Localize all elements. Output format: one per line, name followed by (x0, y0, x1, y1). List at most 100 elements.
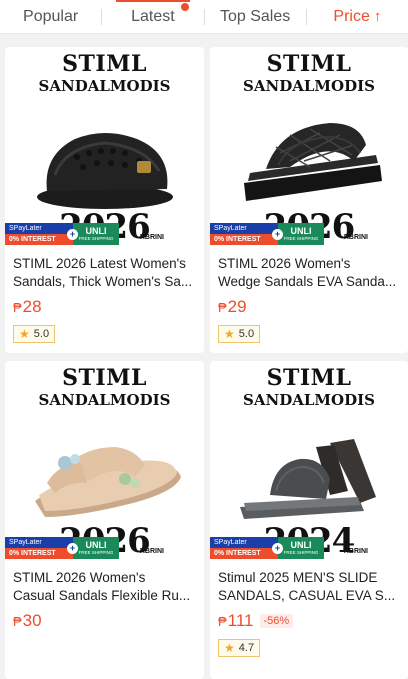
brand-line1: STIML (266, 365, 352, 391)
plus-icon: + (272, 229, 283, 240)
sort-tab-popular[interactable]: Popular (0, 0, 101, 34)
plus-icon: + (67, 229, 78, 240)
price-value: 28 (22, 297, 42, 316)
tab-indicator (116, 0, 190, 2)
promo-banner: SPayLater 0% INTEREST UNLI FREE SHIPPING… (5, 537, 119, 559)
brand-line1: STIML (62, 51, 147, 77)
product-info: STIML 2026 Latest Women's Sandals, Thick… (5, 247, 204, 343)
product-card[interactable]: STIML SANDALMODIS 2026 SPayLater 0% INTE (5, 47, 204, 353)
plus-icon: + (67, 543, 78, 554)
rating-value: 5.0 (238, 328, 255, 340)
unli-label: UNLI (85, 226, 107, 236)
star-icon: ★ (224, 641, 235, 655)
sort-tab-label: Price (333, 7, 370, 25)
spaylater-badge: SPayLater 0% INTEREST (210, 537, 278, 559)
sort-tab-label: Top Sales (219, 7, 291, 25)
price: ₱28 (13, 297, 42, 317)
sandal-image (35, 447, 181, 517)
rating-value: 4.7 (238, 642, 255, 654)
rbrini-text: RBRINI (139, 234, 164, 241)
price: ₱30 (13, 611, 42, 631)
star-icon: ★ (19, 327, 30, 341)
price-row: ₱29 (218, 297, 400, 317)
unli-badge: UNLI FREE SHIPPING (73, 537, 119, 559)
product-title: STIML 2026 Latest Women's Sandals, Thick… (13, 255, 196, 291)
unli-badge: UNLI FREE SHIPPING (278, 223, 324, 245)
price-value: 30 (22, 611, 42, 630)
title-line: STIML 2026 Latest Women's (13, 256, 186, 271)
brand-line2: SANDALMODIS (243, 77, 375, 95)
brand-line2: SANDALMODIS (38, 77, 171, 95)
free-shipping-label: FREE SHIPPING (283, 236, 319, 241)
promo-banner: SPayLater 0% INTEREST UNLI FREE SHIPPING… (210, 223, 324, 245)
sort-tab-label: Latest (131, 7, 175, 25)
title-line: Stimul 2025 MEN'S SLIDE (218, 570, 378, 585)
price: ₱111 (218, 611, 254, 631)
unli-badge: UNLI FREE SHIPPING (278, 537, 324, 559)
product-title: STIML 2026 Women's Wedge Sandals EVA San… (218, 255, 400, 291)
title-line: STIML 2026 Women's (13, 570, 146, 585)
product-image: STIML SANDALMODIS 2024 SPayLater 0% INTE… (210, 361, 408, 561)
price-value: 111 (227, 611, 254, 630)
discount-badge: -56% (259, 614, 294, 628)
sort-tab-top-sales[interactable]: Top Sales (205, 0, 306, 34)
price-row: ₱28 (13, 297, 196, 317)
price: ₱29 (218, 297, 247, 317)
promo-banner: SPayLater 0% INTEREST UNLI FREE SHIPPING… (210, 537, 324, 559)
brand-line2: SANDALMODIS (243, 391, 375, 409)
currency-symbol: ₱ (218, 300, 227, 315)
spaylater-label: SPayLater (5, 223, 73, 234)
rbrini-text: RBRINI (139, 548, 164, 555)
brand-line1: STIML (62, 365, 147, 391)
rating-badge: ★ 5.0 (13, 325, 56, 343)
sort-tab-label: Popular (23, 7, 79, 25)
product-image: STIML SANDALMODIS 2026 SPayLater 0% INTE… (210, 47, 408, 247)
free-shipping-label: FREE SHIPPING (78, 550, 114, 555)
free-shipping-label: FREE SHIPPING (78, 236, 114, 241)
sort-bar: Popular Latest Top Sales Price ↑ (0, 0, 408, 34)
price-row: ₱111 -56% (218, 611, 400, 631)
notification-dot (180, 2, 189, 11)
unli-label: UNLI (290, 226, 312, 236)
unli-badge: UNLI FREE SHIPPING (73, 223, 119, 245)
arrow-up-icon: ↑ (373, 8, 382, 25)
product-info: Stimul 2025 MEN'S SLIDE SANDALS, CASUAL … (210, 561, 408, 657)
product-info: STIML 2026 Women's Wedge Sandals EVA San… (210, 247, 408, 343)
currency-symbol: ₱ (218, 614, 227, 629)
title-line: Wedge Sandals EVA Sanda... (218, 274, 397, 289)
product-image: STIML SANDALMODIS 2026 SPayLater 0% INTE… (5, 361, 204, 561)
promo-banner: SPayLater 0% INTEREST UNLI FREE SHIPPING… (5, 223, 119, 245)
sandal-image (244, 123, 382, 201)
price-row: ₱30 (13, 611, 196, 631)
star-icon: ★ (224, 327, 235, 341)
product-info: STIML 2026 Women's Casual Sandals Flexib… (5, 561, 204, 631)
currency-symbol: ₱ (13, 614, 22, 629)
sandal-image (37, 133, 173, 209)
title-line: SANDALS, CASUAL EVA S... (218, 588, 396, 603)
rating-badge: ★ 4.7 (218, 639, 261, 657)
spaylater-badge: SPayLater 0% INTEREST (5, 537, 73, 559)
product-title: STIML 2026 Women's Casual Sandals Flexib… (13, 569, 196, 605)
rating-value: 5.0 (33, 328, 50, 340)
product-card[interactable]: STIML SANDALMODIS 2026 SPayLater 0% INTE… (5, 361, 204, 679)
title-line: STIML 2026 Women's (218, 256, 351, 271)
product-card[interactable]: STIML SANDALMODIS 2024 SPayLater 0% INTE… (210, 361, 408, 679)
product-card[interactable]: STIML SANDALMODIS 2026 SPayLater 0% INTE… (210, 47, 408, 353)
brand-line2: SANDALMODIS (38, 391, 171, 409)
title-line: Casual Sandals Flexible Ru... (13, 588, 191, 603)
plus-icon: + (272, 543, 283, 554)
product-title: Stimul 2025 MEN'S SLIDE SANDALS, CASUAL … (218, 569, 400, 605)
interest-label: 0% INTEREST (210, 548, 278, 559)
currency-symbol: ₱ (13, 300, 22, 315)
product-image: STIML SANDALMODIS 2026 SPayLater 0% INTE (5, 47, 204, 247)
unli-label: UNLI (290, 540, 312, 550)
sandal-image (240, 439, 376, 519)
spaylater-badge: SPayLater 0% INTEREST (5, 223, 73, 245)
rbrini-text: RBRINI (343, 548, 368, 555)
sort-tab-price[interactable]: Price ↑ (307, 0, 408, 34)
sort-tab-latest[interactable]: Latest (102, 0, 203, 34)
price-value: 29 (227, 297, 247, 316)
spaylater-badge: SPayLater 0% INTEREST (210, 223, 278, 245)
interest-label: 0% INTEREST (5, 548, 73, 559)
rbrini-text: RBRINI (343, 234, 368, 241)
